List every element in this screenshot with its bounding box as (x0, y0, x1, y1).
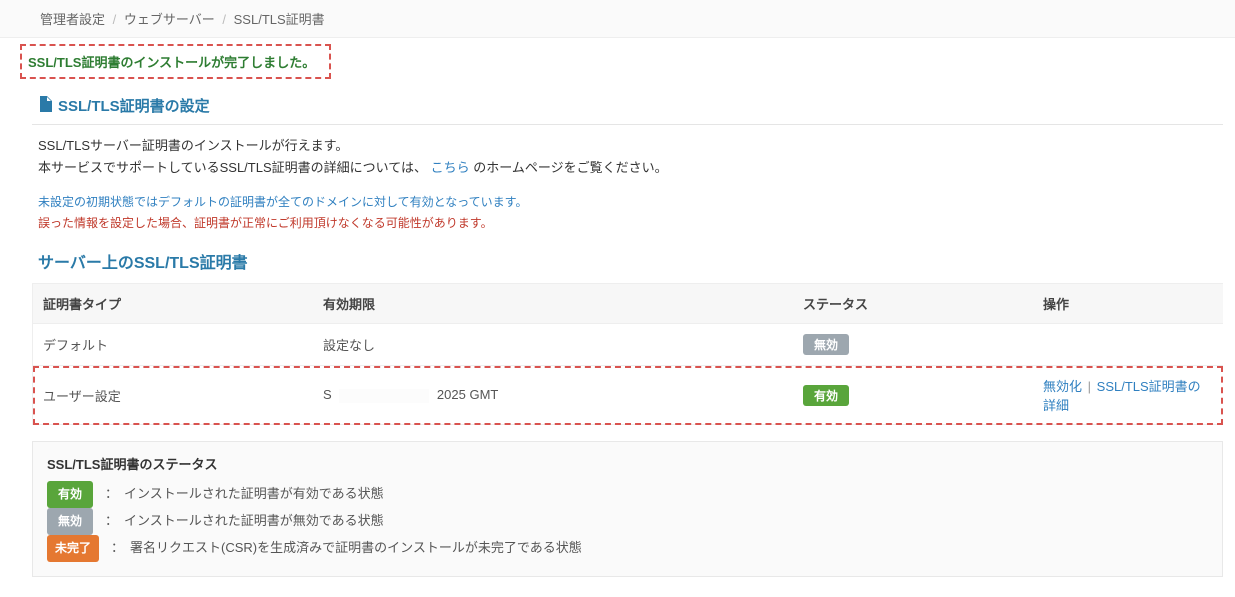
status-badge: 無効 (47, 508, 93, 535)
cell-type: デフォルト (33, 324, 314, 366)
cell-expiry: 設定なし (313, 324, 793, 366)
table-row: デフォルト 設定なし 無効 (33, 324, 1224, 366)
section-title: SSL/TLS証明書の設定 (58, 95, 210, 116)
status-legend-title: SSL/TLS証明書のステータス (47, 454, 1208, 473)
description-line: 本サービスでサポートしているSSL/TLS証明書の詳細については、 こちら のホ… (38, 157, 1221, 179)
breadcrumb-item: SSL/TLS証明書 (234, 12, 325, 27)
status-legend-row: 有効 ： インストールされた証明書が有効である状態 (47, 481, 1208, 508)
breadcrumb-sep: / (109, 12, 121, 27)
cell-expiry: S 2025 GMT (313, 366, 793, 425)
cell-action: 無効化 | SSL/TLS証明書の詳細 (1033, 366, 1223, 425)
status-legend-row: 未完了 ： 署名リクエスト(CSR)を生成済みで証明書のインストールが未完了であ… (47, 535, 1208, 562)
disable-link[interactable]: 無効化 (1043, 379, 1082, 394)
cell-type: ユーザー設定 (33, 366, 314, 425)
breadcrumb-item[interactable]: 管理者設定 (40, 12, 105, 27)
cell-status: 有効 (793, 366, 1033, 425)
action-separator: | (1086, 379, 1093, 394)
table-header-row: 証明書タイプ 有効期限 ステータス 操作 (33, 284, 1224, 324)
success-message: SSL/TLS証明書のインストールが完了しました。 (20, 44, 331, 79)
table-row: ユーザー設定 S 2025 GMT 有効 無効化 | SSL/TLS証明書の詳細 (33, 366, 1224, 425)
table-heading: サーバー上のSSL/TLS証明書 (38, 249, 1223, 273)
status-badge: 未完了 (47, 535, 99, 562)
docs-link[interactable]: こちら (431, 160, 470, 175)
status-desc: インストールされた証明書が有効である状態 (124, 482, 384, 507)
status-desc: 署名リクエスト(CSR)を生成済みで証明書のインストールが未完了である状態 (130, 536, 582, 561)
cell-action (1033, 324, 1223, 366)
col-action: 操作 (1033, 284, 1223, 324)
col-expiry: 有効期限 (313, 284, 793, 324)
section-header: SSL/TLS証明書の設定 (32, 89, 1223, 125)
cell-status: 無効 (793, 324, 1033, 366)
description: SSL/TLSサーバー証明書のインストールが行えます。 本サービスでサポートして… (32, 125, 1223, 185)
breadcrumb: 管理者設定 / ウェブサーバー / SSL/TLS証明書 (0, 0, 1235, 38)
info-note: 未設定の初期状態ではデフォルトの証明書が全てのドメインに対して有効となっています… (38, 193, 1223, 210)
warning-note: 誤った情報を設定した場合、証明書が正常にご利用頂けなくなる可能性があります。 (38, 214, 1223, 231)
status-badge: 有効 (47, 481, 93, 508)
col-status: ステータス (793, 284, 1033, 324)
breadcrumb-item[interactable]: ウェブサーバー (124, 12, 215, 27)
status-badge: 有効 (803, 385, 849, 406)
status-legend-row: 無効 ： インストールされた証明書が無効である状態 (47, 508, 1208, 535)
redacted-mask (339, 389, 429, 403)
col-type: 証明書タイプ (33, 284, 314, 324)
status-legend-box: SSL/TLS証明書のステータス 有効 ： インストールされた証明書が有効である… (32, 441, 1223, 576)
status-desc: インストールされた証明書が無効である状態 (124, 509, 384, 534)
status-badge: 無効 (803, 334, 849, 355)
file-icon (38, 96, 52, 116)
breadcrumb-sep: / (218, 12, 230, 27)
description-line: SSL/TLSサーバー証明書のインストールが行えます。 (38, 135, 1221, 157)
cert-table: 証明書タイプ 有効期限 ステータス 操作 デフォルト 設定なし 無効 ユーザー設… (32, 283, 1223, 425)
